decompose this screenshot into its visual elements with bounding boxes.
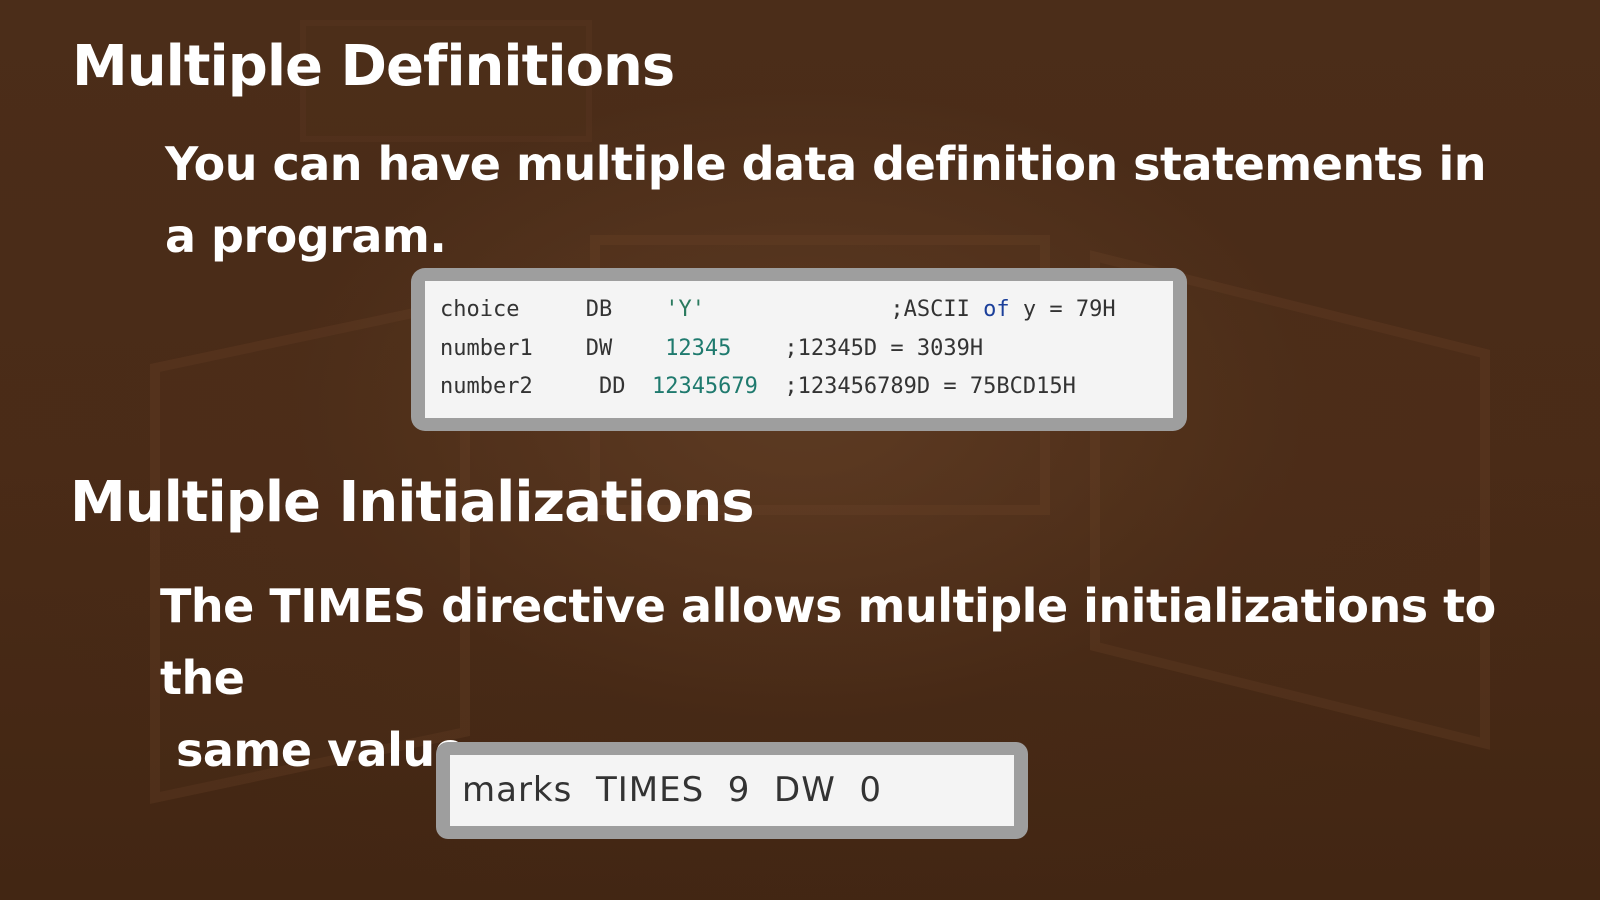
code-comment-part: ;ASCII <box>890 297 984 322</box>
code-comment-keyword: of <box>983 297 1010 322</box>
heading-multiple-initializations: Multiple Initializations <box>70 470 755 535</box>
code-comment: ;12345D = 3039H <box>784 335 984 361</box>
code-comment: ;ASCII of y = 79H <box>890 297 1115 322</box>
code-comment: ;123456789D = 75BCD15H <box>784 374 1076 399</box>
code-value: 12345 <box>665 335 732 361</box>
code-label: number2 <box>440 374 533 399</box>
code-line-number2: number2 DD 12345679 ;123456789D = 75BCD1… <box>440 368 1158 407</box>
code-label: number1 <box>440 335 533 361</box>
code-value: 12345679 <box>651 374 758 399</box>
code-block-times-content: marks TIMES 9 DW 0 <box>450 755 1014 826</box>
code-block-times: marks TIMES 9 DW 0 <box>436 742 1028 839</box>
heading-multiple-definitions: Multiple Definitions <box>72 34 675 99</box>
code-label: choice <box>440 297 520 322</box>
code-directive: DB <box>585 297 613 322</box>
code-line-choice: choice DB 'Y' ;ASCII of y = 79H <box>440 291 1158 330</box>
code-block-definitions-content: choice DB 'Y' ;ASCII of y = 79H number1 D… <box>425 281 1173 418</box>
code-line-number1: number1 DW 12345 ;12345D = 3039H <box>440 330 1158 369</box>
paragraph-line: The TIMES directive allows multiple init… <box>160 579 1496 705</box>
paragraph-multiple-definitions: You can have multiple data definition st… <box>165 137 1487 263</box>
code-comment-part: y = 79H <box>1009 297 1116 322</box>
code-directive: DD <box>598 374 626 399</box>
code-value: 'Y' <box>665 297 705 322</box>
code-directive: DW <box>585 335 613 361</box>
code-block-definitions: choice DB 'Y' ;ASCII of y = 79H number1 D… <box>411 268 1187 431</box>
